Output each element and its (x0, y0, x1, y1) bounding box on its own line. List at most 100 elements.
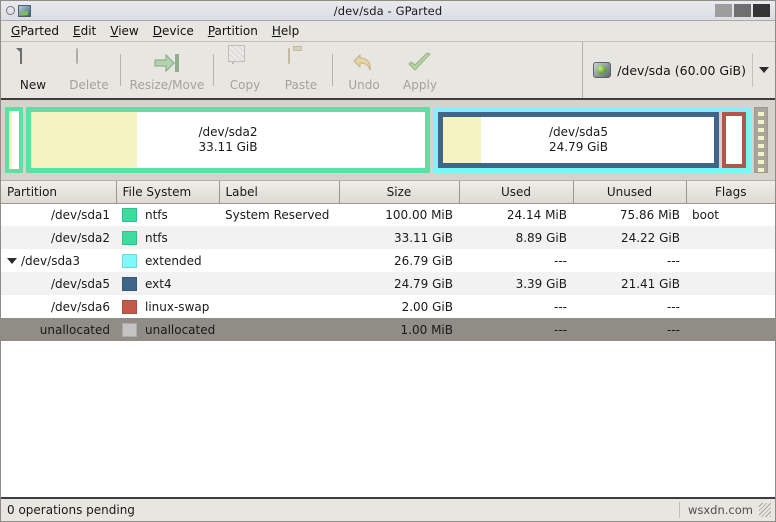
undo-button-label: Undo (348, 77, 380, 92)
row-unused: 75.86 MiB (619, 207, 680, 222)
table-row[interactable]: /dev/sda2 ntfs 33.11 GiB 8.89 GiB 24.22 … (1, 226, 775, 249)
title-bar-left (3, 4, 31, 17)
hard-disk-icon (593, 62, 612, 78)
chevron-down-icon[interactable] (759, 67, 769, 73)
row-unused: --- (667, 299, 680, 314)
row-partition-name: /dev/sda1 (50, 207, 110, 222)
toolbar-separator-1 (120, 54, 121, 86)
window-controls (715, 4, 773, 17)
delete-button[interactable]: Delete (61, 43, 117, 97)
menu-edit[interactable]: Edit (66, 22, 103, 40)
row-partition-name: unallocated (39, 322, 110, 337)
menu-gparted-label: Parted (20, 24, 60, 38)
sda2-graphic[interactable]: /dev/sda2 33.11 GiB (26, 107, 430, 173)
row-size: 33.11 GiB (339, 226, 459, 249)
sda5-graphic[interactable]: /dev/sda5 24.79 GiB (438, 112, 719, 168)
partition-table: Partition File System Label Size Used Un… (1, 181, 775, 341)
sda5-graphic-name: /dev/sda5 (548, 125, 609, 139)
row-unused: 24.22 GiB (573, 226, 686, 249)
column-header-filesystem[interactable]: File System (116, 181, 220, 204)
menu-help[interactable]: Help (265, 22, 306, 40)
row-size: 26.79 GiB (393, 253, 453, 268)
row-partition-name: /dev/sda3 (21, 253, 81, 268)
resize-arrows-icon (154, 49, 180, 75)
resize-move-button[interactable]: Resize/Move (124, 43, 210, 97)
table-row[interactable]: unallocated unallocated 1.00 MiB --- --- (1, 318, 775, 341)
menu-edit-label: dit (80, 24, 97, 38)
sda2-graphic-text: /dev/sda2 33.11 GiB (198, 125, 257, 155)
menu-partition[interactable]: Partition (201, 22, 265, 40)
row-filesystem: ext4 (145, 276, 172, 291)
apply-button-label: Apply (403, 77, 437, 92)
filesystem-color-swatch (122, 322, 137, 337)
toolbar: New Delete Resize/Move Copy Paste Undo A… (1, 42, 775, 100)
menu-view[interactable]: View (103, 22, 145, 40)
column-header-size[interactable]: Size (339, 181, 460, 204)
delete-button-label: Delete (69, 77, 109, 92)
sda2-graphic-size: 33.11 GiB (198, 140, 258, 154)
filesystem-color-swatch (122, 207, 137, 222)
partition-table-area: Partition File System Label Size Used Un… (1, 180, 775, 497)
column-header-unused[interactable]: Unused (573, 181, 687, 204)
menu-view-label: iew (118, 24, 139, 38)
sda5-graphic-text: /dev/sda5 24.79 GiB (549, 125, 608, 155)
apply-button[interactable]: Apply (392, 43, 448, 97)
filesystem-color-swatch (122, 276, 137, 291)
paste-button[interactable]: Paste (273, 43, 329, 97)
column-header-used[interactable]: Used (459, 181, 574, 204)
new-button[interactable]: New (5, 43, 61, 97)
window-menu-icon[interactable] (6, 6, 15, 15)
title-bar: /dev/sda - GParted (1, 1, 775, 21)
device-selector[interactable]: /dev/sda (60.00 GiB) (593, 62, 746, 78)
clipboard-icon (288, 47, 314, 75)
partition-table-body: /dev/sda1 ntfs System Reserved 100.00 Mi… (1, 203, 775, 341)
row-filesystem: ntfs (145, 207, 168, 222)
menu-partition-label: artition (214, 24, 258, 38)
row-size: 2.00 GiB (401, 299, 453, 314)
trash-can-icon (76, 47, 102, 75)
filesystem-color-swatch (122, 299, 137, 314)
minimize-button[interactable] (715, 4, 732, 17)
row-label (219, 318, 339, 341)
row-filesystem: linux-swap (145, 299, 210, 314)
menu-gparted[interactable]: GParted (4, 22, 66, 40)
sda2-graphic-name: /dev/sda2 (198, 125, 258, 139)
toolbar-separator-3 (332, 54, 333, 86)
menu-device[interactable]: Device (146, 22, 201, 40)
undo-button[interactable]: Undo (336, 43, 392, 97)
row-filesystem: ntfs (145, 230, 168, 245)
expander-icon[interactable] (7, 257, 17, 264)
sda6-graphic[interactable] (722, 112, 746, 168)
row-label (219, 272, 339, 295)
row-partition-name: /dev/sda6 (50, 299, 110, 314)
resize-move-button-label: Resize/Move (129, 77, 205, 92)
partition-table-head: Partition File System Label Size Used Un… (1, 181, 775, 204)
column-header-partition[interactable]: Partition (1, 181, 117, 204)
table-row[interactable]: /dev/sda1 ntfs System Reserved 100.00 Mi… (1, 203, 775, 226)
filesystem-color-swatch (122, 253, 137, 268)
table-row[interactable]: /dev/sda6 linux-swap 2.00 GiB --- --- (1, 295, 775, 318)
row-flags: boot (692, 207, 720, 222)
sda3-extended-graphic[interactable]: /dev/sda5 24.79 GiB (433, 107, 751, 173)
toolbar-separator-2 (213, 54, 214, 86)
close-button[interactable] (753, 4, 770, 17)
maximize-button[interactable] (734, 4, 751, 17)
row-unused: 21.41 GiB (573, 272, 686, 295)
column-header-flags[interactable]: Flags (686, 181, 775, 204)
copy-pages-icon (232, 47, 258, 75)
table-row[interactable]: /dev/sda3 extended 26.79 GiB --- --- (1, 249, 775, 272)
paste-button-label: Paste (284, 77, 318, 92)
column-header-label[interactable]: Label (219, 181, 340, 204)
row-used: --- (554, 299, 567, 314)
copy-button[interactable]: Copy (217, 43, 273, 97)
unallocated-graphic[interactable] (754, 107, 768, 173)
table-row[interactable]: /dev/sda5 ext4 24.79 GiB 3.39 GiB 21.41 … (1, 272, 775, 295)
table-header-row: Partition File System Label Size Used Un… (1, 181, 775, 204)
resize-grip-icon[interactable] (759, 503, 771, 517)
sda1-graphic[interactable] (5, 107, 23, 173)
device-selector-area: /dev/sda (60.00 GiB) (582, 42, 775, 98)
toolbar-buttons: New Delete Resize/Move Copy Paste Undo A… (1, 42, 448, 98)
undo-arrow-icon (351, 49, 377, 75)
row-label: System Reserved (225, 207, 330, 222)
row-used: 3.39 GiB (459, 272, 573, 295)
